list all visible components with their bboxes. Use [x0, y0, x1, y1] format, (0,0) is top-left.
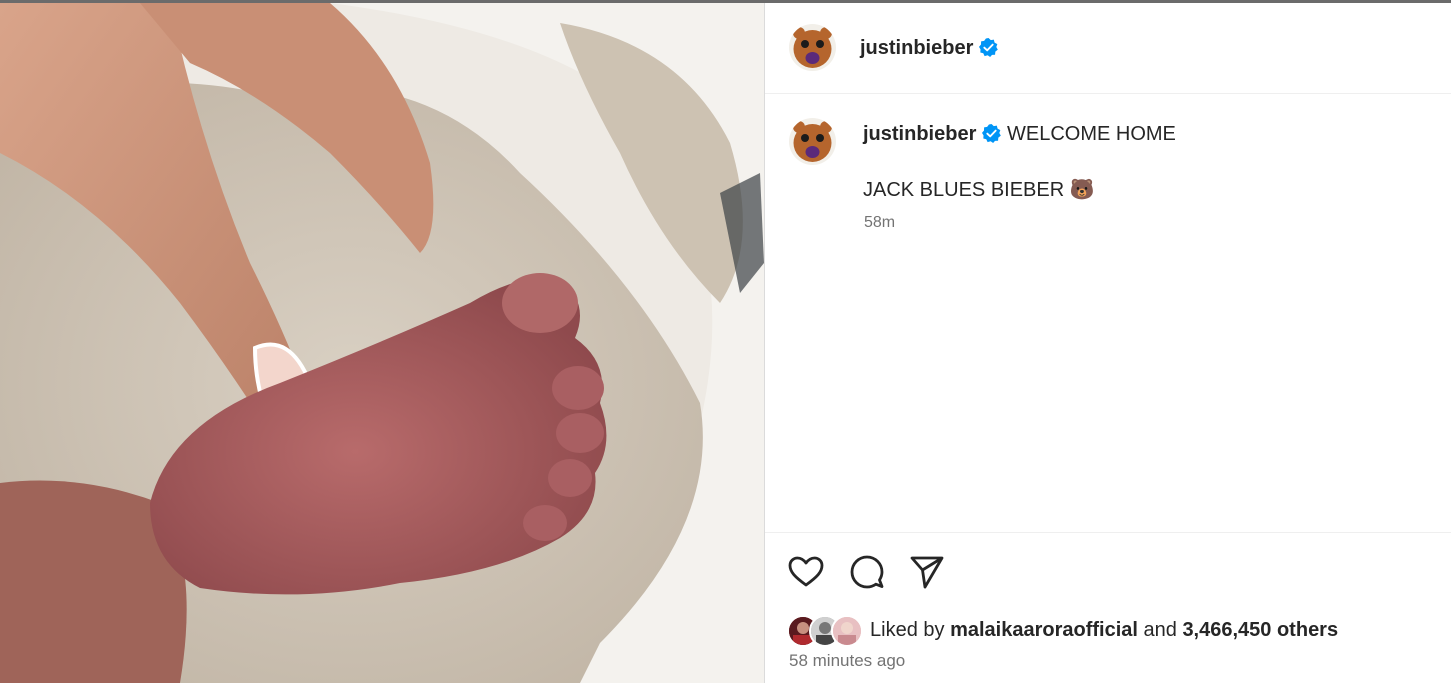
bear-emoji-icon: 🐻 [1069, 177, 1095, 201]
first-liker-link[interactable]: malaikaaroraofficial [950, 619, 1138, 641]
bear-avatar-icon [789, 24, 836, 71]
caption-line-2-text: JACK BLUES BIEBER [863, 179, 1065, 201]
verified-badge-icon [982, 124, 1001, 143]
caption-timestamp[interactable]: 58m [864, 214, 895, 232]
post-image[interactable] [0, 3, 764, 683]
caption-author-avatar[interactable] [789, 118, 836, 165]
heart-icon[interactable] [787, 553, 825, 591]
likes-prefix: Liked by [870, 619, 945, 641]
header-username[interactable]: justinbieber [860, 37, 973, 60]
bear-avatar-icon [789, 118, 836, 165]
caption-line-2: JACK BLUES BIEBER 🐻 [863, 177, 1095, 202]
liker-avatar [831, 615, 863, 647]
caption-username[interactable]: justinbieber [863, 123, 976, 146]
post-actions-section: Liked by malaikaaroraofficial and 3,466,… [765, 532, 1451, 684]
post-details-panel: justinbieber justinbieber WELCOME HOME J… [765, 3, 1451, 683]
baby-foot-photo [0, 3, 764, 683]
author-avatar[interactable] [789, 24, 836, 71]
likes-summary: Liked by malaikaaroraofficial and 3,466,… [870, 619, 1338, 642]
caption-section: justinbieber WELCOME HOME JACK BLUES BIE… [765, 94, 1451, 532]
liker-photo-icon [833, 617, 861, 645]
post-timestamp[interactable]: 58 minutes ago [789, 651, 905, 671]
caption-line-1: WELCOME HOME [1007, 123, 1176, 145]
verified-badge-icon [979, 38, 998, 57]
comment-icon[interactable] [848, 553, 886, 591]
likes-connector: and [1143, 619, 1177, 641]
post-header: justinbieber [765, 3, 1451, 94]
likes-count-link[interactable]: 3,466,450 others [1182, 619, 1338, 641]
liker-avatars[interactable] [787, 615, 867, 647]
paper-plane-icon[interactable] [908, 553, 946, 591]
